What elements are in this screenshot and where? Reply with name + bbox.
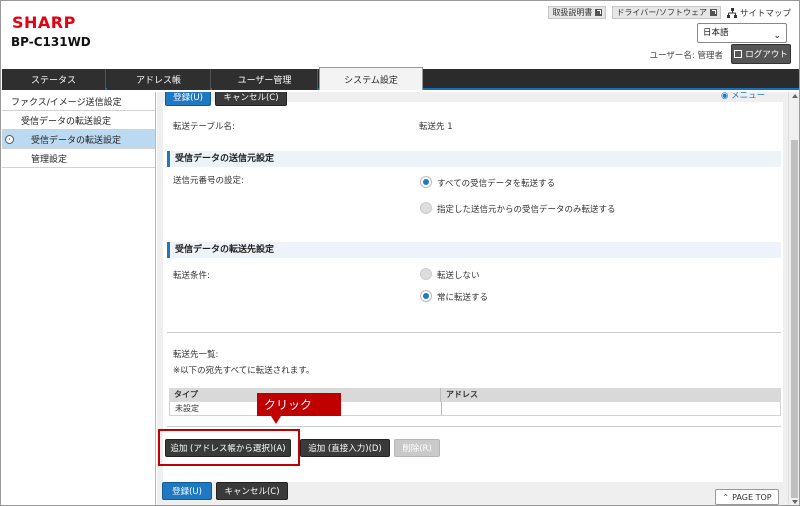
radio-forward-all[interactable]: [420, 176, 432, 188]
register-button[interactable]: 登録(U): [162, 482, 212, 500]
radio-forward-specified[interactable]: [420, 202, 432, 214]
manual-link[interactable]: 取扱説明書: [548, 6, 607, 19]
register-button-top[interactable]: 登録(U): [165, 92, 211, 106]
radio-always-forward[interactable]: [420, 290, 432, 302]
sidebar-item-receive-forward-selected[interactable]: › 受信データの転送設定: [2, 130, 155, 149]
tab-address-book[interactable]: アドレス帳: [107, 69, 211, 90]
sidebar-item-receive-forward[interactable]: 受信データの転送設定: [2, 111, 155, 130]
external-link-icon: [595, 9, 603, 16]
radio-forward-specified-label: 指定した送信元からの受信データのみ転送する: [437, 205, 616, 215]
click-callout: クリック: [257, 393, 341, 424]
table-name-value: 転送先 1: [419, 122, 453, 132]
forward-condition-label: 転送条件:: [173, 271, 210, 281]
sidebar: ファクス/イメージ送信設定 受信データの転送設定 › 受信データの転送設定 管理…: [2, 92, 156, 505]
manual-link-label: 取扱説明書: [552, 8, 593, 17]
section-sender-settings: 受信データの送信元設定: [167, 151, 781, 167]
external-link-icon: [709, 9, 717, 16]
click-highlight-box: [158, 429, 300, 466]
divider: [167, 332, 781, 333]
radio-no-forward-label: 転送しない: [437, 271, 480, 281]
language-select[interactable]: 日本語 ⌄: [697, 23, 787, 43]
sitemap-link[interactable]: サイトマップ: [726, 7, 791, 19]
sidebar-item-fax-image-send[interactable]: ファクス/イメージ送信設定: [2, 92, 155, 111]
radio-always-forward-label: 常に転送する: [437, 293, 489, 303]
sidebar-item-label: 管理設定: [31, 154, 68, 165]
language-value: 日本語: [703, 28, 729, 38]
driver-link-label: ドライバー/ソフトウェア: [616, 8, 707, 17]
cancel-button[interactable]: キャンセル(C): [216, 482, 288, 500]
browser-frame: SHARP BP-C131WD 取扱説明書 ドライバー/ソフトウェア サイトマッ…: [0, 0, 800, 506]
divider: [167, 426, 781, 427]
cancel-button-top[interactable]: キャンセル(C): [215, 92, 287, 106]
menu-icon: ◉: [721, 92, 729, 101]
sidebar-item-label: 受信データの転送設定: [31, 135, 122, 146]
top-links: 取扱説明書 ドライバー/ソフトウェア サイトマップ: [548, 6, 791, 19]
column-header-address: アドレス: [446, 390, 478, 399]
sitemap-label: サイトマップ: [739, 8, 791, 19]
scroll-down-arrow-icon[interactable]: [792, 500, 798, 504]
vertical-scrollbar[interactable]: [788, 92, 799, 505]
sender-number-label: 送信元番号の設定:: [173, 176, 244, 186]
destination-note: ※以下の宛先すべてに転送されます。: [173, 366, 315, 376]
user-name: ユーザー名: 管理者: [649, 51, 723, 61]
sidebar-item-label: ファクス/イメージ送信設定: [11, 97, 122, 108]
radio-forward-all-label: すべての受信データを転送する: [437, 179, 556, 189]
delete-button[interactable]: 削除(R): [394, 439, 440, 457]
table-name-label: 転送テーブル名:: [173, 122, 235, 132]
chevron-right-icon: ›: [5, 135, 14, 144]
sitemap-icon: [726, 7, 737, 18]
table-cell-address: [442, 402, 780, 415]
sidebar-item-label: 受信データの転送設定: [21, 116, 112, 127]
scrollbar-thumb[interactable]: [791, 140, 798, 498]
model-name: BP-C131WD: [11, 35, 91, 49]
section-destination-settings: 受信データの転送先設定: [167, 242, 781, 258]
page-top-label: PAGE TOP: [732, 492, 772, 502]
radio-no-forward[interactable]: [420, 268, 432, 280]
add-direct-input-button[interactable]: 追加 (直接入力)(D): [300, 439, 390, 457]
destination-list-label: 転送先一覧:: [173, 350, 219, 360]
chevron-down-icon: ⌄: [773, 31, 781, 41]
tab-user-management[interactable]: ユーザー管理: [212, 69, 318, 90]
logout-label: ログアウト: [745, 50, 788, 60]
logout-button[interactable]: ログアウト: [731, 44, 791, 64]
tab-system-settings[interactable]: システム設定: [319, 67, 423, 90]
main-tab-bar: ステータス アドレス帳 ユーザー管理 システム設定: [2, 67, 799, 90]
menu-link[interactable]: ◉ メニュー: [721, 92, 765, 101]
sharp-logo: SHARP: [12, 13, 76, 32]
driver-link[interactable]: ドライバー/ソフトウェア: [612, 6, 721, 19]
tab-status[interactable]: ステータス: [2, 69, 106, 90]
sidebar-item-admin-settings[interactable]: 管理設定: [2, 149, 155, 168]
scroll-up-arrow-icon[interactable]: [792, 94, 798, 98]
menu-link-label: メニュー: [731, 92, 766, 101]
logout-icon: [734, 50, 743, 58]
chevron-up-icon: ⌃: [722, 492, 730, 502]
page-top-button[interactable]: ⌃ PAGE TOP: [715, 489, 779, 505]
